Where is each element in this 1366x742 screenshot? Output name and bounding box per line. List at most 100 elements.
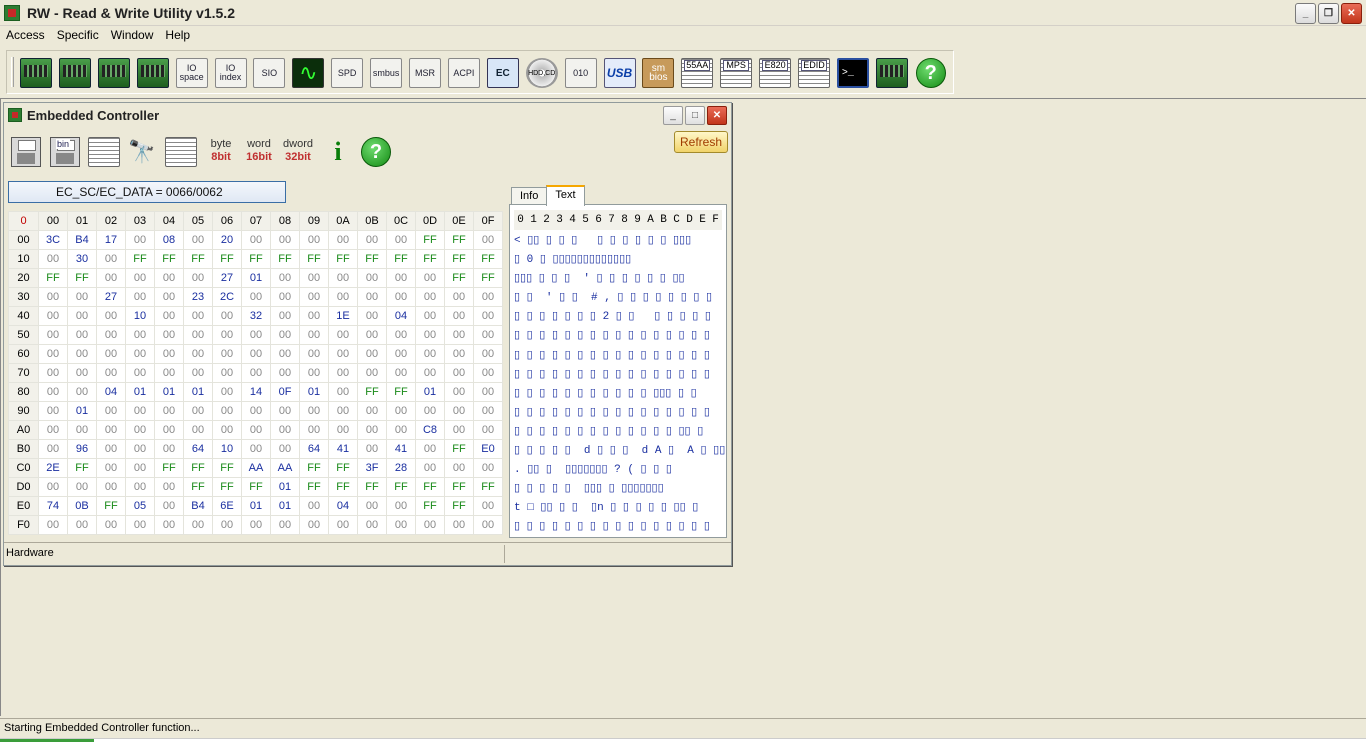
hex-cell[interactable]: 00: [357, 401, 387, 421]
hex-cell[interactable]: FF: [444, 268, 474, 288]
hex-cell[interactable]: 00: [415, 515, 445, 535]
menu-specific[interactable]: Specific: [51, 27, 105, 46]
hex-cell[interactable]: 00: [183, 325, 213, 345]
hex-cell[interactable]: 00: [154, 420, 184, 440]
hex-cell[interactable]: FF: [96, 496, 126, 516]
hex-cell[interactable]: 00: [386, 325, 416, 345]
hex-cell[interactable]: FF: [415, 249, 445, 269]
hex-cell[interactable]: 00: [444, 306, 474, 326]
hex-cell[interactable]: 00: [386, 344, 416, 364]
memory-index-button[interactable]: index: [136, 56, 170, 90]
hex-cell[interactable]: 00: [473, 401, 503, 421]
hex-cell[interactable]: 00: [125, 344, 155, 364]
hex-cell[interactable]: 00: [38, 401, 68, 421]
hex-cell[interactable]: 00: [154, 496, 184, 516]
hex-cell[interactable]: 00: [125, 439, 155, 459]
hex-cell[interactable]: 00: [444, 420, 474, 440]
hex-cell[interactable]: 00: [241, 515, 271, 535]
hex-cell[interactable]: 04: [328, 496, 358, 516]
hex-cell[interactable]: 2E: [38, 458, 68, 478]
hex-cell[interactable]: 00: [473, 344, 503, 364]
hex-cell[interactable]: 00: [270, 230, 300, 250]
hex-cell[interactable]: 00: [96, 515, 126, 535]
hex-cell[interactable]: 00: [125, 515, 155, 535]
hex-cell[interactable]: 00: [96, 268, 126, 288]
disk-010-button[interactable]: 010: [564, 56, 598, 90]
text-row[interactable]: ▯ 0 ▯ ▯▯▯▯▯▯▯▯▯▯▯▯▯: [514, 251, 724, 270]
hex-cell[interactable]: 00: [270, 268, 300, 288]
port-address-label[interactable]: EC_SC/EC_DATA = 0066/0062: [8, 181, 286, 203]
child-minimize-button[interactable]: _: [663, 106, 683, 125]
hex-cell[interactable]: FF: [183, 458, 213, 478]
hex-cell[interactable]: FF: [299, 458, 329, 478]
hex-cell[interactable]: 00: [386, 515, 416, 535]
edid-button[interactable]: EDID: [797, 56, 831, 90]
save-binary-button[interactable]: bin: [47, 134, 83, 170]
info-button[interactable]: i: [320, 134, 356, 170]
hex-cell[interactable]: 00: [212, 401, 242, 421]
hex-cell[interactable]: 00: [154, 344, 184, 364]
hex-cell[interactable]: FF: [386, 477, 416, 497]
hex-cell[interactable]: FF: [357, 382, 387, 402]
hex-cell[interactable]: 00: [270, 306, 300, 326]
hex-cell[interactable]: 00: [415, 306, 445, 326]
waveform-button[interactable]: [291, 56, 325, 90]
hex-cell[interactable]: 00: [444, 325, 474, 345]
hex-cell[interactable]: 00: [299, 420, 329, 440]
hex-cell[interactable]: 00: [270, 515, 300, 535]
smbios-button[interactable]: sm bios: [641, 56, 675, 90]
hex-cell[interactable]: 00: [67, 515, 97, 535]
hex-cell[interactable]: FF: [415, 477, 445, 497]
hex-cell[interactable]: 00: [357, 268, 387, 288]
child-close-button[interactable]: ✕: [707, 106, 727, 125]
memory-button[interactable]: [97, 56, 131, 90]
hex-cell[interactable]: 20: [212, 230, 242, 250]
hex-cell[interactable]: FF: [386, 382, 416, 402]
word-mode-button[interactable]: word 16bit: [241, 134, 277, 170]
hex-cell[interactable]: 00: [415, 363, 445, 383]
hex-cell[interactable]: 00: [38, 382, 68, 402]
text-row[interactable]: ▯ ▯ ▯ ▯ ▯ d ▯ ▯ ▯ d A ▯ A ▯ ▯▯: [514, 442, 725, 461]
hex-cell[interactable]: FF: [212, 249, 242, 269]
hex-cell[interactable]: 00: [415, 287, 445, 307]
hex-cell[interactable]: FF: [444, 439, 474, 459]
hex-cell[interactable]: 00: [183, 344, 213, 364]
hex-cell[interactable]: 6E: [212, 496, 242, 516]
hex-cell[interactable]: 00: [125, 287, 155, 307]
hex-cell[interactable]: FF: [241, 249, 271, 269]
hex-cell[interactable]: 00: [415, 439, 445, 459]
hex-cell[interactable]: FF: [328, 477, 358, 497]
hex-cell[interactable]: 00: [96, 477, 126, 497]
hex-cell[interactable]: 00: [270, 439, 300, 459]
hex-cell[interactable]: 00: [328, 363, 358, 383]
hex-cell[interactable]: 01: [67, 401, 97, 421]
hex-cell[interactable]: 00: [38, 325, 68, 345]
hex-cell[interactable]: 00: [473, 230, 503, 250]
hex-cell[interactable]: FF: [444, 477, 474, 497]
hex-cell[interactable]: FF: [328, 458, 358, 478]
save-button[interactable]: [8, 134, 44, 170]
hex-cell[interactable]: 00: [125, 230, 155, 250]
hex-cell[interactable]: FF: [444, 230, 474, 250]
hex-cell[interactable]: 00: [125, 420, 155, 440]
hex-cell[interactable]: 00: [386, 363, 416, 383]
hex-cell[interactable]: 00: [473, 382, 503, 402]
hex-cell[interactable]: E0: [473, 439, 503, 459]
hex-cell[interactable]: 00: [299, 344, 329, 364]
hex-cell[interactable]: 30: [67, 249, 97, 269]
e820-button[interactable]: E820: [758, 56, 792, 90]
hex-cell[interactable]: 00: [473, 496, 503, 516]
hex-cell[interactable]: 00: [67, 363, 97, 383]
pci-index-button[interactable]: index: [58, 56, 92, 90]
hex-cell[interactable]: 01: [183, 382, 213, 402]
hex-cell[interactable]: 00: [241, 363, 271, 383]
text-row[interactable]: ▯ ▯ ▯ ▯ ▯ ▯ ▯ ▯ ▯ ▯ ▯ ▯ ▯ ▯ ▯ ▯: [514, 347, 724, 366]
ec-button[interactable]: EC: [486, 56, 520, 90]
hex-cell[interactable]: 00: [212, 515, 242, 535]
hex-cell[interactable]: 00: [125, 477, 155, 497]
hex-cell[interactable]: 00: [357, 344, 387, 364]
hex-cell[interactable]: 00: [386, 230, 416, 250]
text-row[interactable]: ▯▯▯ ▯ ▯ ▯ ' ▯ ▯ ▯ ▯ ▯ ▯ ▯▯: [514, 270, 724, 289]
hex-cell[interactable]: 3F: [357, 458, 387, 478]
hex-cell[interactable]: 00: [299, 515, 329, 535]
